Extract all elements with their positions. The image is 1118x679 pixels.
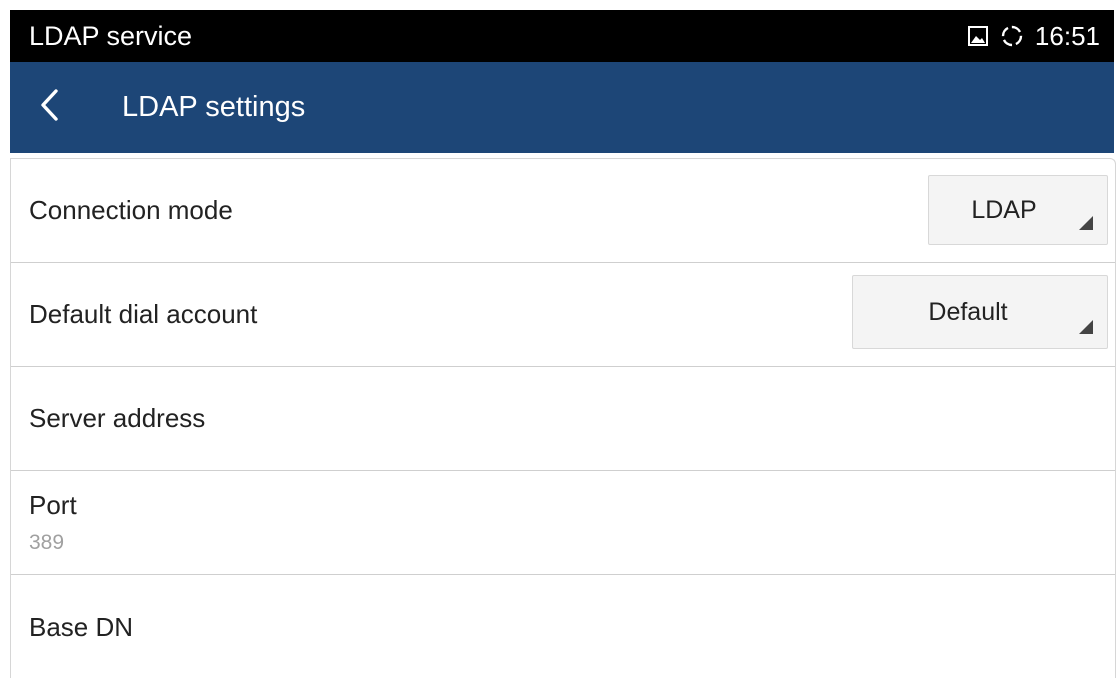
port-label: Port xyxy=(29,490,77,520)
dropdown-arrow-icon xyxy=(1079,216,1093,230)
status-bar-time: 16:51 xyxy=(1034,20,1100,51)
server-address-label: Server address xyxy=(29,403,206,433)
settings-list: Connection mode LDAP Default dial accoun… xyxy=(10,158,1116,678)
connection-mode-value: LDAP xyxy=(971,195,1037,224)
setting-row-connection-mode: Connection mode LDAP xyxy=(11,159,1115,263)
port-value: 389 xyxy=(29,531,65,554)
setting-row-base-dn[interactable]: Base DN xyxy=(11,575,1115,679)
image-icon xyxy=(967,25,989,47)
default-dial-account-label: Default dial account xyxy=(29,299,258,329)
status-bar-right: 16:51 xyxy=(967,21,1100,52)
app-bar: LDAP settings xyxy=(10,62,1114,153)
back-button[interactable] xyxy=(10,62,90,153)
setting-row-server-address[interactable]: Server address xyxy=(11,367,1115,471)
sync-icon xyxy=(999,23,1025,49)
connection-mode-label: Connection mode xyxy=(29,195,233,225)
chevron-left-icon xyxy=(38,87,62,128)
status-bar: LDAP service 16:51 xyxy=(10,10,1114,62)
connection-mode-dropdown[interactable]: LDAP xyxy=(928,175,1108,245)
default-dial-account-value: Default xyxy=(928,297,1008,326)
status-bar-title: LDAP service xyxy=(29,20,193,51)
setting-row-port[interactable]: Port 389 xyxy=(11,471,1115,575)
page-title: LDAP settings xyxy=(122,91,306,123)
setting-row-default-dial-account: Default dial account Default xyxy=(11,263,1115,367)
dropdown-arrow-icon xyxy=(1079,320,1093,334)
base-dn-label: Base DN xyxy=(29,611,134,642)
default-dial-account-dropdown[interactable]: Default xyxy=(852,275,1108,349)
